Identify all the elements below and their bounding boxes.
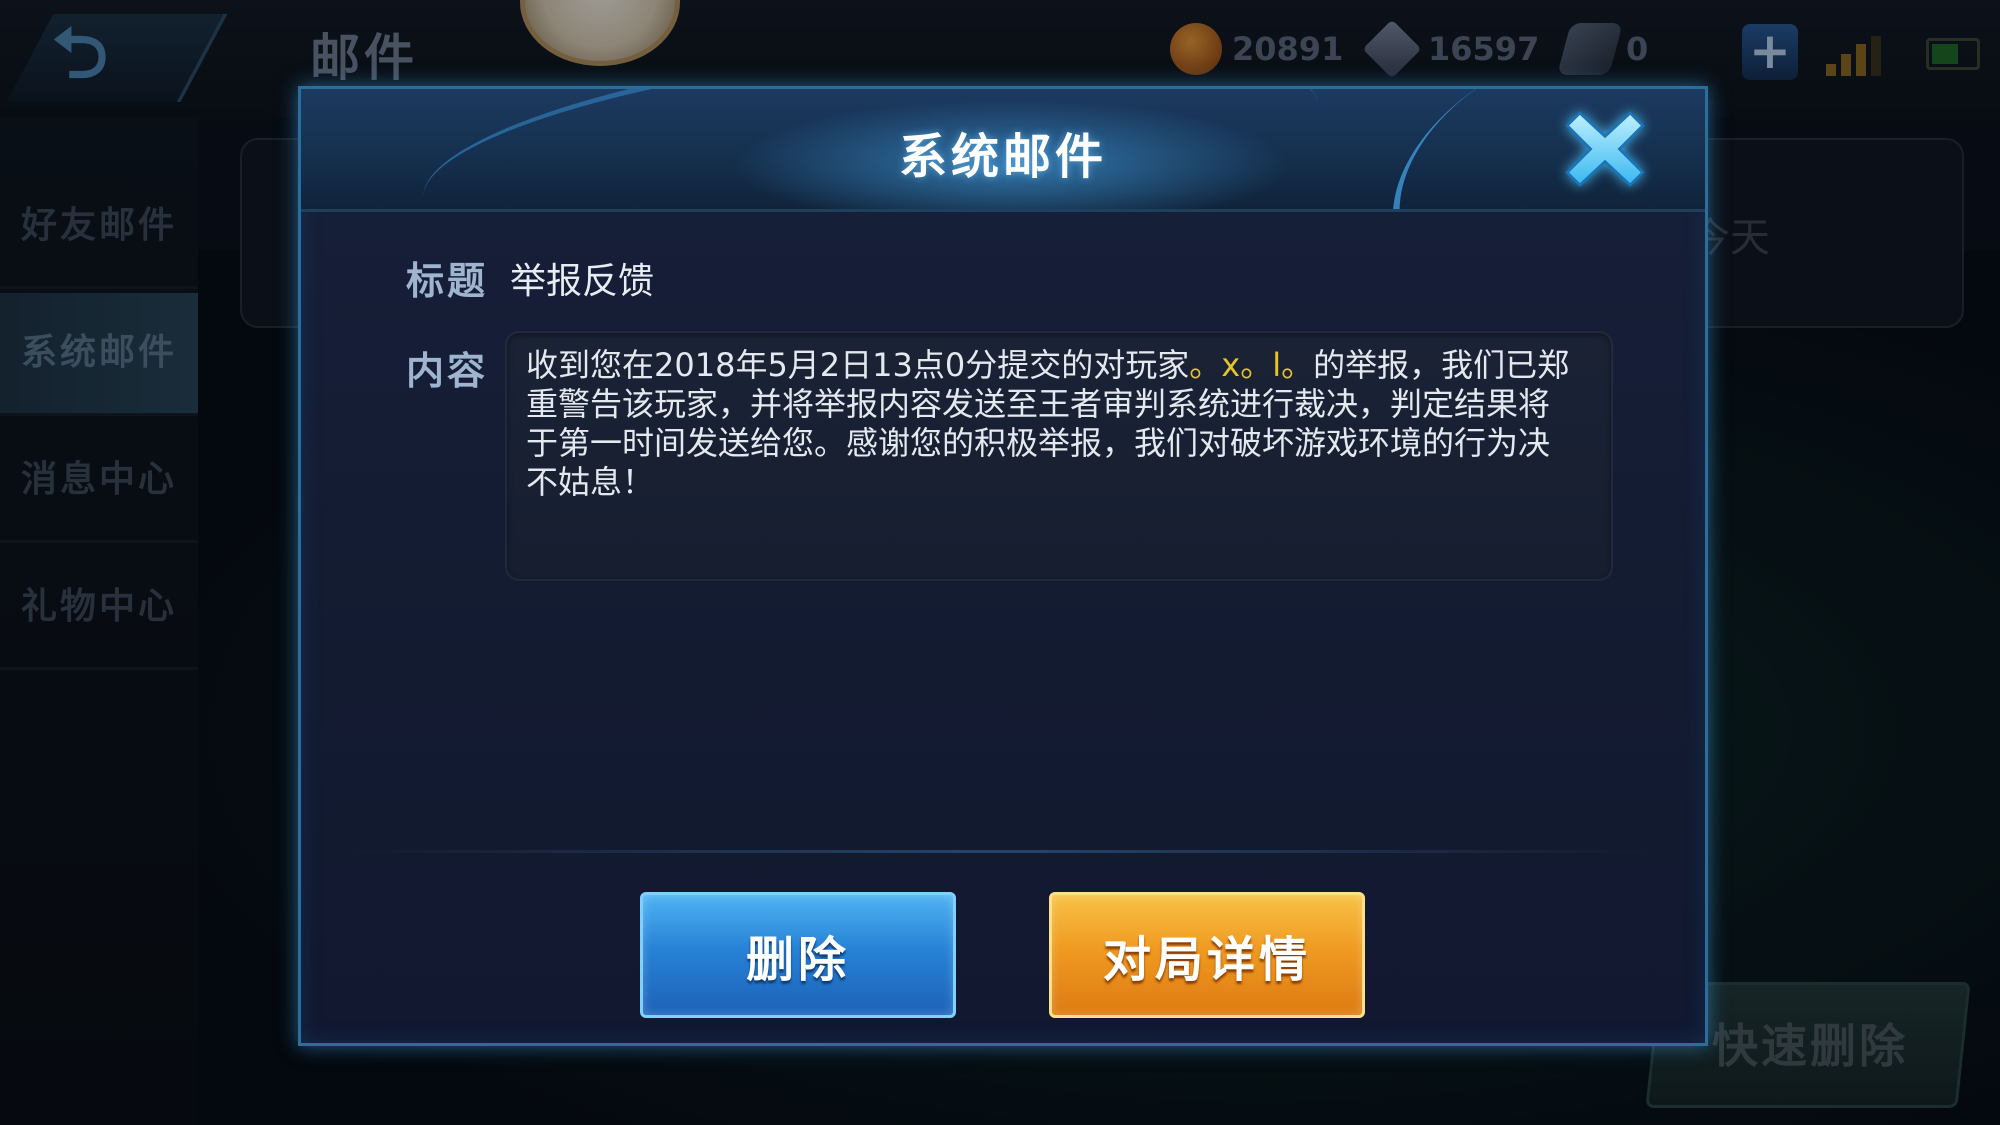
dialog-title: 系统邮件 [898, 129, 1107, 185]
divider [340, 850, 1660, 853]
subject-value: 举报反馈 [510, 261, 655, 302]
delete-button[interactable]: 删除 [640, 892, 956, 1018]
subject-label: 标题 [406, 259, 489, 303]
close-button[interactable] [1553, 97, 1657, 201]
dialog-header: 系统邮件 [301, 89, 1705, 212]
content-label: 内容 [406, 349, 489, 393]
mail-content: 收到您在2018年5月2日13点0分提交的对玩家。x。l。的举报，我们已郑重警告… [526, 346, 1572, 502]
match-details-button[interactable]: 对局详情 [1049, 892, 1365, 1018]
close-icon [1565, 111, 1645, 187]
content-text-part1: 收到您在2018年5月2日13点0分提交的对玩家 [526, 346, 1190, 384]
reported-player-name: 。x。l。 [1189, 346, 1314, 384]
